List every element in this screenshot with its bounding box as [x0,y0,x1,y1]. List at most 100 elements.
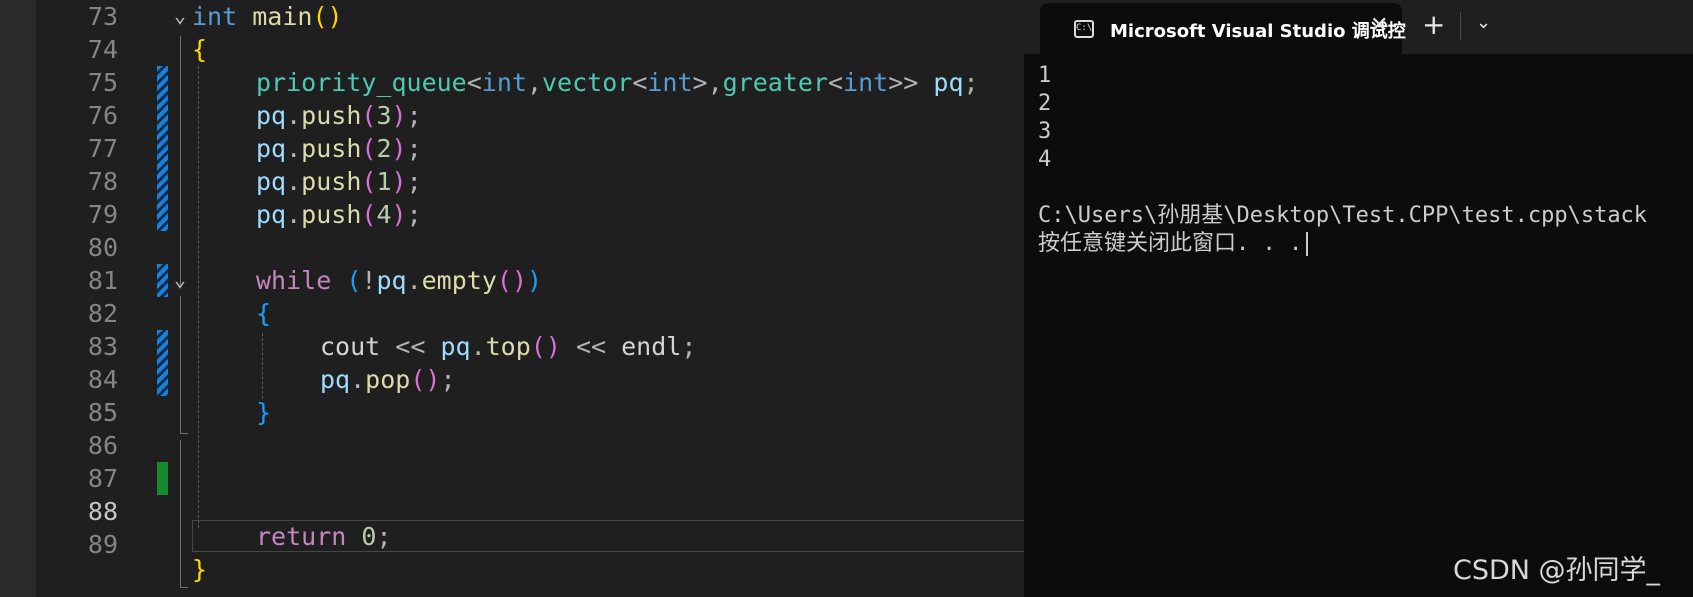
code-line-77[interactable]: pq.push(2); [256,132,422,166]
saved-change-marker [157,462,168,495]
code-line-76[interactable]: pq.push(3); [256,99,422,133]
bracket: ) [391,134,407,163]
new-tab-button[interactable]: + [1422,8,1445,41]
bracket: ) [391,101,407,130]
code-line-81[interactable]: while (!pq.empty()) [256,264,542,298]
operator: << [575,332,607,361]
punct: ; [406,200,422,229]
function-name: push [301,200,362,229]
code-line-82[interactable]: { [256,297,271,331]
punct: ; [406,167,422,196]
punct: >> [888,68,919,97]
type-name: vector [542,68,633,97]
punct: ; [406,134,422,163]
code-line-83[interactable]: cout << pq.top() << endl; [320,330,696,364]
line-number: 89 [87,530,118,559]
bracket: ( [361,134,377,163]
punct: > [692,68,708,97]
keyword: int [647,68,693,97]
type-name: greater [722,68,829,97]
code-line-85[interactable]: } [256,396,271,430]
punct: , [526,68,542,97]
keyword: int [843,68,889,97]
line-number: 81 [87,266,118,295]
console-output-line: 1 [1038,63,1052,88]
number-literal: 2 [376,134,392,163]
indent-guide [198,66,199,528]
chevron-down-icon[interactable]: ⌄ [1476,12,1491,33]
code-line-78[interactable]: pq.push(1); [256,165,422,199]
function-name: push [301,167,362,196]
number-literal: 3 [376,101,392,130]
code-line-89[interactable]: } [192,553,207,587]
variable: pq [440,332,471,361]
code-line-88[interactable]: return 0; [256,520,392,554]
variable: pq [933,68,964,97]
keyword: int [481,68,527,97]
code-line-79[interactable]: pq.push(4); [256,198,422,232]
line-number: 80 [87,233,118,262]
bracket: ( [361,101,377,130]
function-name: push [301,101,362,130]
number-literal: 0 [361,522,377,551]
bracket: { [192,35,208,64]
code-editor[interactable]: 73 74 75 76 77 78 79 80 81 82 83 84 85 8… [0,0,1024,597]
punct: ! [361,266,377,295]
line-number: 77 [87,134,118,163]
line-number: 76 [87,101,118,130]
variable: pq [256,200,287,229]
line-number: 82 [87,299,118,328]
text-cursor [1306,232,1309,256]
bracket: () [530,332,561,361]
change-marker [157,330,168,396]
variable: pq [376,266,407,295]
line-number: 79 [87,200,118,229]
code-line-74[interactable]: { [192,33,207,67]
close-icon[interactable]: ✕ [1370,13,1388,38]
line-number: 83 [87,332,118,361]
keyword: return [256,522,347,551]
bracket: } [192,555,208,584]
debug-console-window[interactable]: C:\ Microsoft Visual Studio 调试控 ✕ + ⌄ 1 … [1024,0,1693,597]
punct: ; [376,522,392,551]
punct: ; [440,365,456,394]
punct: . [406,266,422,295]
identifier: cout [320,332,381,361]
fold-region-end [180,433,188,434]
identifier: endl [621,332,682,361]
bracket: ( [361,200,377,229]
variable: pq [256,101,287,130]
console-output-path: C:\Users\孙朋基\Desktop\Test.CPP\test.cpp\s… [1038,203,1648,228]
line-number: 84 [87,365,118,394]
punct: . [350,365,366,394]
line-number: 74 [87,35,118,64]
bracket: () [410,365,441,394]
change-marker [157,66,168,231]
function-name: pop [365,365,411,394]
tab-title: Microsoft Visual Studio 调试控 [1110,21,1406,42]
bracket: ) [527,266,543,295]
indent-guide [262,333,263,399]
line-number: 73 [87,2,118,31]
bracket: ( [346,266,362,295]
line-number: 87 [87,464,118,493]
code-line-75[interactable]: priority_queue<int,vector<int>,greater<i… [256,66,979,100]
code-line-73[interactable]: int main() [192,0,343,34]
punct: ; [681,332,697,361]
tab-separator [1460,12,1461,40]
punct: . [286,167,302,196]
punct: , [707,68,723,97]
variable: pq [320,365,351,394]
keyword: int [192,2,238,31]
line-number: 86 [87,431,118,460]
bracket: ) [391,167,407,196]
bracket: () [312,2,343,31]
line-number: 75 [87,68,118,97]
console-output-line: 2 [1038,91,1052,116]
fold-toggle-icon[interactable]: ⌄ [170,0,190,32]
change-marker [157,264,168,297]
punct: < [632,68,648,97]
code-line-84[interactable]: pq.pop(); [320,363,456,397]
terminal-tab[interactable]: C:\ Microsoft Visual Studio 调试控 ✕ [1040,3,1406,54]
fold-region-line [180,36,181,286]
